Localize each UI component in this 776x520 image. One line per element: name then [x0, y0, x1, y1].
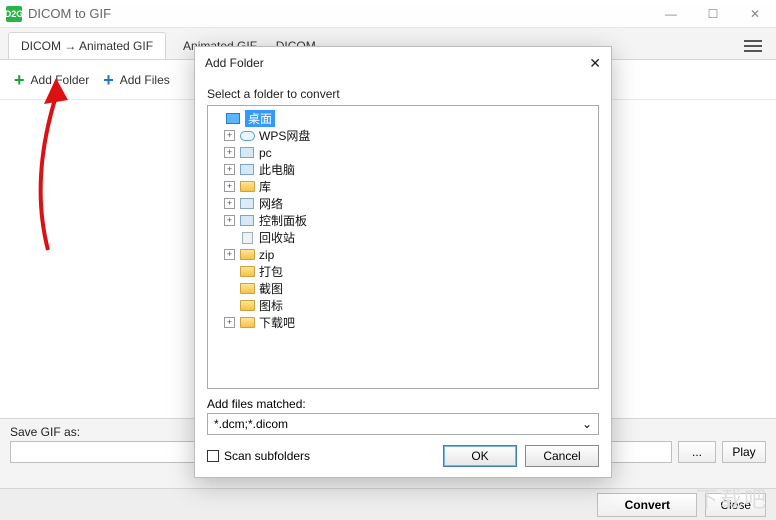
add-folder-label: Add Folder: [31, 73, 90, 87]
window-controls: — ☐ ✕: [650, 0, 776, 27]
add-files-label: Add Files: [120, 73, 170, 87]
cancel-button[interactable]: Cancel: [525, 445, 599, 467]
convert-button[interactable]: Convert: [597, 493, 697, 517]
folder-tree[interactable]: 桌面 +WPS网盘+pc+此电脑+库+网络+控制面板回收站+zip打包截图图标+…: [207, 105, 599, 389]
expander-icon[interactable]: +: [224, 215, 235, 226]
scan-subfolders-checkbox[interactable]: [207, 450, 219, 462]
tree-item-label: pc: [259, 146, 272, 160]
menu-icon[interactable]: [740, 33, 766, 59]
tree-item-label: 网络: [259, 195, 283, 212]
net-icon: [239, 197, 255, 211]
tree-item[interactable]: 图标: [210, 297, 596, 314]
tree-item[interactable]: + 控制面板: [210, 212, 596, 229]
tree-item-label: 下载吧: [259, 314, 295, 331]
pc-icon: [239, 163, 255, 177]
tree-item[interactable]: + zip: [210, 246, 596, 263]
titlebar: D2G DICOM to GIF — ☐ ✕: [0, 0, 776, 28]
tree-item[interactable]: + WPS网盘: [210, 127, 596, 144]
maximize-button[interactable]: ☐: [692, 0, 734, 27]
ok-button[interactable]: OK: [443, 445, 517, 467]
add-folder-dialog: Add Folder ✕ Select a folder to convert …: [194, 46, 612, 478]
pc-icon: [239, 146, 255, 160]
action-bar: Convert Close: [0, 488, 776, 520]
tree-item[interactable]: 打包: [210, 263, 596, 280]
scan-subfolders-label: Scan subfolders: [224, 449, 310, 463]
add-folder-button[interactable]: + Add Folder: [14, 71, 89, 89]
expander-icon[interactable]: +: [224, 198, 235, 209]
tree-item[interactable]: + 网络: [210, 195, 596, 212]
desktop-icon: [225, 112, 241, 126]
tree-item[interactable]: 回收站: [210, 229, 596, 246]
tree-root[interactable]: 桌面: [210, 110, 596, 127]
tree-item-label: 图标: [259, 297, 283, 314]
match-value: *.dcm;*.dicom: [214, 417, 288, 431]
tab-dicom-to-gif[interactable]: DICOM → Animated GIF: [8, 32, 166, 59]
browse-button[interactable]: ...: [678, 441, 716, 463]
tree-item-label: 库: [259, 178, 271, 195]
expander-icon[interactable]: +: [224, 317, 235, 328]
tree-root-label: 桌面: [245, 110, 275, 127]
fld-icon: [239, 248, 255, 262]
expander-icon[interactable]: +: [224, 181, 235, 192]
expander-icon[interactable]: +: [224, 147, 235, 158]
tree-item-label: 截图: [259, 280, 283, 297]
add-files-button[interactable]: + Add Files: [103, 71, 170, 89]
dialog-titlebar: Add Folder ✕: [195, 47, 611, 79]
expander-icon[interactable]: +: [224, 164, 235, 175]
play-button[interactable]: Play: [722, 441, 766, 463]
tree-item[interactable]: +库: [210, 178, 596, 195]
minimize-button[interactable]: —: [650, 0, 692, 27]
close-button[interactable]: ✕: [734, 0, 776, 27]
tree-item-label: WPS网盘: [259, 127, 310, 144]
tree-item[interactable]: + 下载吧: [210, 314, 596, 331]
fld-icon: [239, 316, 255, 330]
fld-icon: [239, 180, 255, 194]
app-logo: D2G: [6, 6, 22, 22]
fld-icon: [239, 265, 255, 279]
tree-item[interactable]: + 此电脑: [210, 161, 596, 178]
tree-item-label: 回收站: [259, 229, 295, 246]
fld-icon: [239, 299, 255, 313]
tree-item-label: 控制面板: [259, 212, 307, 229]
chevron-down-icon: ⌄: [582, 417, 592, 431]
fld-icon: [239, 282, 255, 296]
bin-icon: [239, 231, 255, 245]
plus-icon: +: [103, 71, 114, 89]
tree-item-label: 此电脑: [259, 161, 295, 178]
match-label: Add files matched:: [207, 397, 599, 411]
tree-item[interactable]: 截图: [210, 280, 596, 297]
cloud-icon: [239, 129, 255, 143]
tree-item-label: 打包: [259, 263, 283, 280]
pc-icon: [239, 214, 255, 228]
match-combobox[interactable]: *.dcm;*.dicom ⌄: [207, 413, 599, 435]
select-folder-label: Select a folder to convert: [207, 87, 599, 101]
close-app-button[interactable]: Close: [705, 493, 766, 517]
expander-icon[interactable]: +: [224, 249, 235, 260]
window-title: DICOM to GIF: [28, 6, 650, 21]
tree-item[interactable]: + pc: [210, 144, 596, 161]
dialog-close-icon[interactable]: ✕: [589, 55, 601, 72]
expander-icon[interactable]: +: [224, 130, 235, 141]
plus-icon: +: [14, 71, 25, 89]
tree-item-label: zip: [259, 248, 274, 262]
dialog-title: Add Folder: [205, 56, 264, 70]
